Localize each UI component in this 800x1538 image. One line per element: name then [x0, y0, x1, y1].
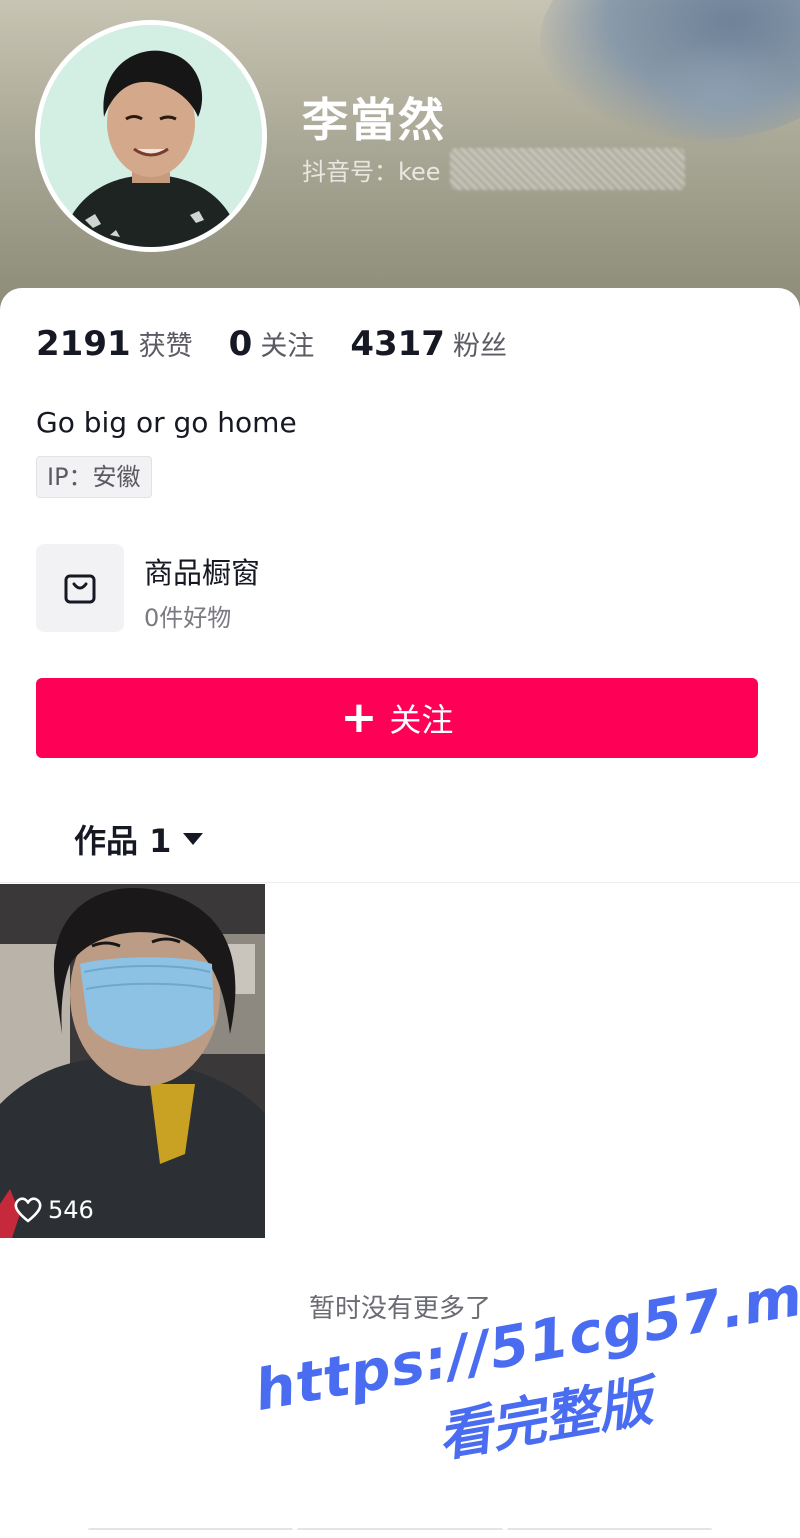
shop-window-subtitle: 0件好物 — [144, 604, 232, 632]
shop-window-title[interactable]: 商品橱窗 — [144, 550, 260, 592]
video-thumbnail[interactable]: 546 — [0, 884, 265, 1238]
profile-page: 李當然 抖音号：kee 2191 获赞 0 关注 4317 粉丝 Go big … — [0, 0, 800, 1538]
follow-button-label: 关注 — [389, 701, 454, 739]
shop-window-button[interactable] — [36, 544, 124, 632]
indicator-segment — [88, 1528, 294, 1538]
douyin-id: 抖音号：kee — [302, 158, 441, 186]
stat-value: 2191 — [36, 324, 131, 364]
stat-label: 粉丝 — [452, 331, 507, 362]
shopping-bag-icon — [64, 574, 96, 604]
caret-down-icon — [183, 833, 204, 845]
tab-divider — [0, 882, 800, 883]
video-likes: 546 — [14, 1196, 94, 1224]
profile-header: 李當然 抖音号：kee — [0, 0, 800, 320]
tab-works[interactable]: 作品 1 — [74, 816, 204, 862]
bio-text: Go big or go home — [36, 406, 297, 439]
stat-following[interactable]: 0 关注 — [229, 324, 315, 364]
stat-followers[interactable]: 4317 粉丝 — [350, 324, 507, 364]
stat-value: 0 — [228, 324, 253, 364]
bottom-indicator — [88, 1528, 712, 1538]
indicator-segment — [297, 1528, 503, 1538]
header-background-art-secondary — [640, 40, 800, 150]
plus-icon: + — [340, 692, 378, 743]
profile-stats: 2191 获赞 0 关注 4317 粉丝 — [36, 324, 543, 364]
video-likes-count: 546 — [48, 1196, 94, 1224]
douyin-id-redaction — [450, 148, 685, 190]
ip-location-tag: IP：安徽 — [36, 456, 152, 498]
stat-label: 关注 — [260, 331, 315, 362]
avatar[interactable] — [35, 20, 267, 252]
heart-icon — [14, 1197, 42, 1223]
tab-works-label: 作品 1 — [74, 822, 172, 860]
stat-likes[interactable]: 2191 获赞 — [36, 324, 193, 364]
profile-name: 李當然 — [302, 93, 446, 147]
indicator-segment — [506, 1528, 712, 1538]
follow-button[interactable]: + 关注 — [36, 678, 758, 758]
stat-label: 获赞 — [138, 331, 193, 362]
stat-value: 4317 — [350, 324, 445, 364]
